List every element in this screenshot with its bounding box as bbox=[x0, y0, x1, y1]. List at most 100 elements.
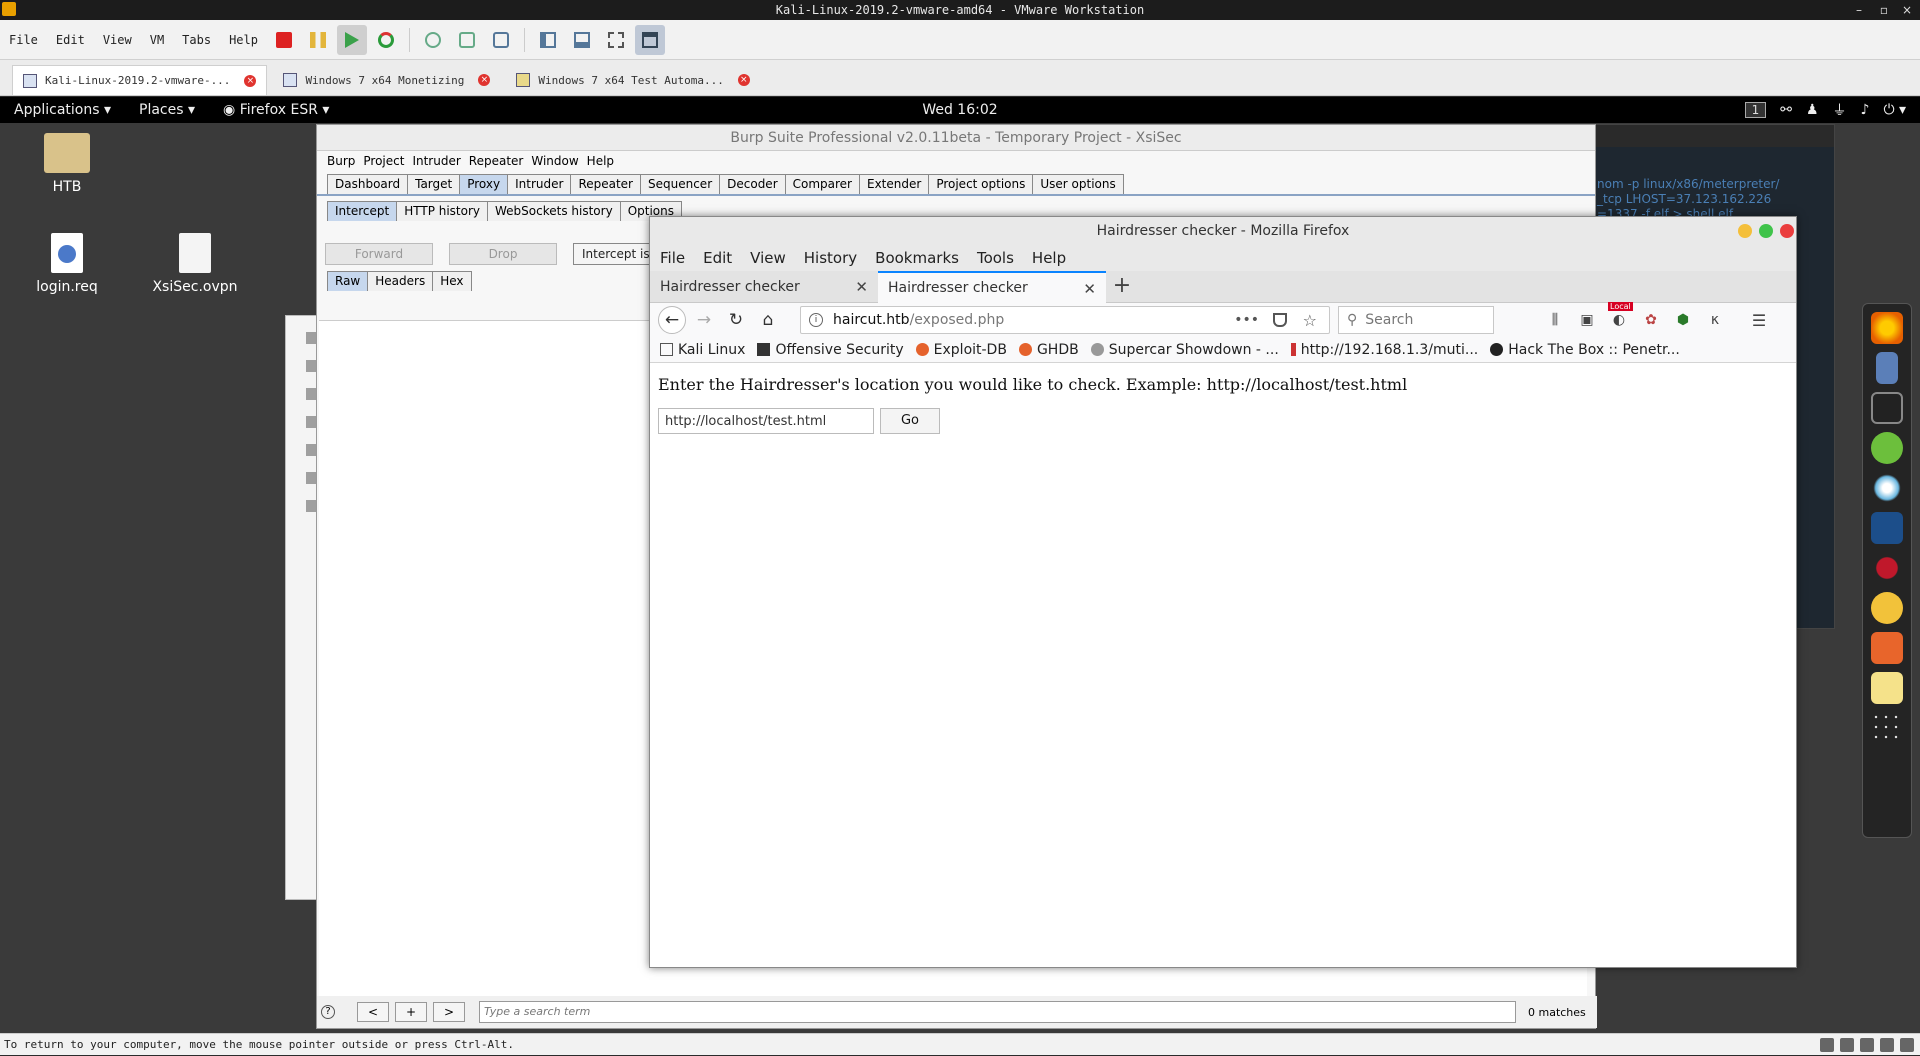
url-bar[interactable]: i haircut.htb/exposed.php ••• ☆ bbox=[800, 306, 1330, 334]
info-icon[interactable]: i bbox=[809, 313, 823, 327]
minimize-icon[interactable]: – bbox=[1856, 0, 1862, 20]
vm-tab-kali[interactable]: Kali-Linux-2019.2-vmware-... × bbox=[12, 65, 268, 95]
bookmark-exploit-db[interactable]: Exploit-DB bbox=[915, 342, 1007, 358]
close-icon[interactable]: × bbox=[478, 74, 491, 86]
power-off-button[interactable] bbox=[269, 25, 299, 55]
bookmark-star-icon[interactable]: ☆ bbox=[1303, 311, 1317, 330]
location-input[interactable] bbox=[658, 408, 874, 434]
burp-menu-repeater[interactable]: Repeater bbox=[469, 154, 524, 168]
desktop-icon-ovpn[interactable]: XsiSec.ovpn bbox=[150, 233, 240, 295]
view-tab-headers[interactable]: Headers bbox=[367, 271, 434, 291]
drop-button[interactable]: Drop bbox=[449, 243, 557, 265]
go-button[interactable]: Go bbox=[880, 408, 940, 434]
app-grid-icon[interactable] bbox=[1871, 712, 1903, 744]
desktop-icon-login-req[interactable]: login.req bbox=[22, 233, 112, 295]
firefox-tab-active[interactable]: Hairdresser checker ✕ bbox=[878, 271, 1106, 303]
desktop-icon-htb[interactable]: HTB bbox=[22, 133, 112, 195]
view-tab-hex[interactable]: Hex bbox=[432, 271, 472, 291]
hdd-icon[interactable] bbox=[1820, 1038, 1834, 1052]
bookmark-ghdb[interactable]: GHDB bbox=[1018, 342, 1079, 358]
cookie-extension-icon[interactable]: ✿ bbox=[1642, 311, 1660, 329]
menu-tabs[interactable]: Tabs bbox=[173, 33, 220, 47]
reset-button[interactable] bbox=[371, 25, 401, 55]
menu-view[interactable]: View bbox=[94, 33, 141, 47]
power-icon[interactable]: ⏻ ▾ bbox=[1883, 102, 1906, 118]
burp-tab-proxy[interactable]: Proxy bbox=[459, 174, 509, 194]
bookmark-supercar[interactable]: Supercar Showdown - ... bbox=[1090, 342, 1279, 358]
help-icon[interactable]: ? bbox=[321, 1005, 335, 1019]
volume-icon[interactable]: ♪ bbox=[1861, 102, 1870, 118]
burp-tab-dashboard[interactable]: Dashboard bbox=[327, 174, 409, 194]
library-icon[interactable]: ⫼ bbox=[1546, 311, 1564, 329]
burp-menu-window[interactable]: Window bbox=[531, 154, 578, 168]
burp-tab-decoder[interactable]: Decoder bbox=[719, 174, 786, 194]
add-button[interactable]: + bbox=[395, 1002, 427, 1022]
applications-menu[interactable]: Applications ▾ bbox=[0, 102, 125, 118]
bookmark-hack-the-box[interactable]: Hack The Box :: Penetr... bbox=[1490, 342, 1680, 358]
burp-tab-extender[interactable]: Extender bbox=[859, 174, 930, 194]
reload-button[interactable]: ↻ bbox=[722, 306, 750, 334]
burp-tab-intruder[interactable]: Intruder bbox=[507, 174, 572, 194]
forward-button[interactable]: Forward bbox=[325, 243, 433, 265]
usb-icon[interactable] bbox=[1880, 1038, 1894, 1052]
maltego-dock-icon[interactable] bbox=[1871, 592, 1903, 624]
workspace-indicator[interactable]: 1 bbox=[1744, 102, 1767, 118]
burp-dock-icon[interactable] bbox=[1871, 632, 1903, 664]
notification-icon[interactable]: ♟ bbox=[1806, 102, 1819, 118]
search-box[interactable]: ⚲ Search bbox=[1338, 306, 1494, 334]
burp-menu-burp[interactable]: Burp bbox=[327, 154, 355, 168]
vm-tab-win7-test[interactable]: Windows 7 x64 Test Automa... × bbox=[506, 65, 759, 95]
mic-icon[interactable]: ⏚ bbox=[1833, 100, 1847, 120]
maximize-icon[interactable]: ▫ bbox=[1880, 0, 1888, 20]
close-icon[interactable]: × bbox=[244, 74, 257, 87]
vm-tab-win7-monetizing[interactable]: Windows 7 x64 Monetizing × bbox=[273, 65, 500, 95]
extension-local-icon[interactable]: ◐ Local bbox=[1608, 302, 1633, 329]
ff-menu-edit[interactable]: Edit bbox=[703, 249, 732, 267]
cherrytree-dock-icon[interactable] bbox=[1871, 552, 1903, 584]
burp-subtab-websockets[interactable]: WebSockets history bbox=[487, 201, 621, 221]
forward-button[interactable]: → bbox=[690, 306, 718, 334]
burp-tab-user-options[interactable]: User options bbox=[1032, 174, 1124, 194]
burp-search-input[interactable]: Type a search term bbox=[479, 1001, 1516, 1023]
burp-subtab-intercept[interactable]: Intercept bbox=[327, 201, 398, 221]
new-tab-button[interactable]: + bbox=[1106, 271, 1138, 303]
next-match-button[interactable]: > bbox=[433, 1002, 465, 1022]
ff-menu-history[interactable]: History bbox=[804, 249, 857, 267]
unity-button[interactable] bbox=[634, 24, 665, 55]
terminal-dock-icon[interactable] bbox=[1871, 392, 1903, 424]
prev-match-button[interactable]: < bbox=[357, 1002, 389, 1022]
leafpad-dock-icon[interactable] bbox=[1871, 432, 1903, 464]
firefox-app-menu[interactable]: ◉ Firefox ESR ▾ bbox=[209, 102, 343, 118]
hamburger-menu-icon[interactable]: ☰ bbox=[1750, 311, 1768, 330]
close-tab-icon[interactable]: ✕ bbox=[855, 278, 868, 296]
burp-subtab-http-history[interactable]: HTTP history bbox=[396, 201, 489, 221]
pocket-icon[interactable] bbox=[1273, 313, 1287, 327]
home-button[interactable]: ⌂ bbox=[754, 306, 782, 334]
places-menu[interactable]: Places ▾ bbox=[125, 102, 209, 118]
burp-tab-target[interactable]: Target bbox=[407, 174, 461, 194]
burp-menu-intruder[interactable]: Intruder bbox=[412, 154, 460, 168]
library-button[interactable] bbox=[533, 25, 563, 55]
close-icon[interactable]: × bbox=[737, 74, 750, 86]
sidebar-icon[interactable]: ▣ bbox=[1578, 311, 1596, 329]
maximize-icon[interactable] bbox=[1759, 224, 1773, 238]
wappalyzer-icon[interactable]: κ bbox=[1706, 311, 1724, 329]
power-on-button[interactable] bbox=[336, 24, 367, 55]
firefox-dock-icon[interactable] bbox=[1871, 312, 1903, 344]
ff-menu-tools[interactable]: Tools bbox=[977, 249, 1014, 267]
bookmark-kali-linux[interactable]: Kali Linux bbox=[660, 342, 745, 358]
close-icon[interactable]: × bbox=[1902, 0, 1912, 20]
revert-snapshot-button[interactable] bbox=[452, 25, 482, 55]
suspend-button[interactable] bbox=[303, 25, 333, 55]
close-icon[interactable] bbox=[1780, 224, 1794, 238]
burp-menu-help[interactable]: Help bbox=[587, 154, 614, 168]
firefox-tab[interactable]: Hairdresser checker ✕ bbox=[650, 271, 878, 303]
ff-menu-help[interactable]: Help bbox=[1032, 249, 1066, 267]
close-tab-icon[interactable]: ✕ bbox=[1083, 280, 1096, 298]
minimize-icon[interactable] bbox=[1738, 224, 1752, 238]
notes-dock-icon[interactable] bbox=[1871, 672, 1903, 704]
bookmark-offensive-security[interactable]: Offensive Security bbox=[757, 342, 904, 358]
burp-tab-project-options[interactable]: Project options bbox=[928, 174, 1034, 194]
ff-menu-file[interactable]: File bbox=[660, 249, 685, 267]
metasploit-dock-icon[interactable] bbox=[1871, 512, 1903, 544]
